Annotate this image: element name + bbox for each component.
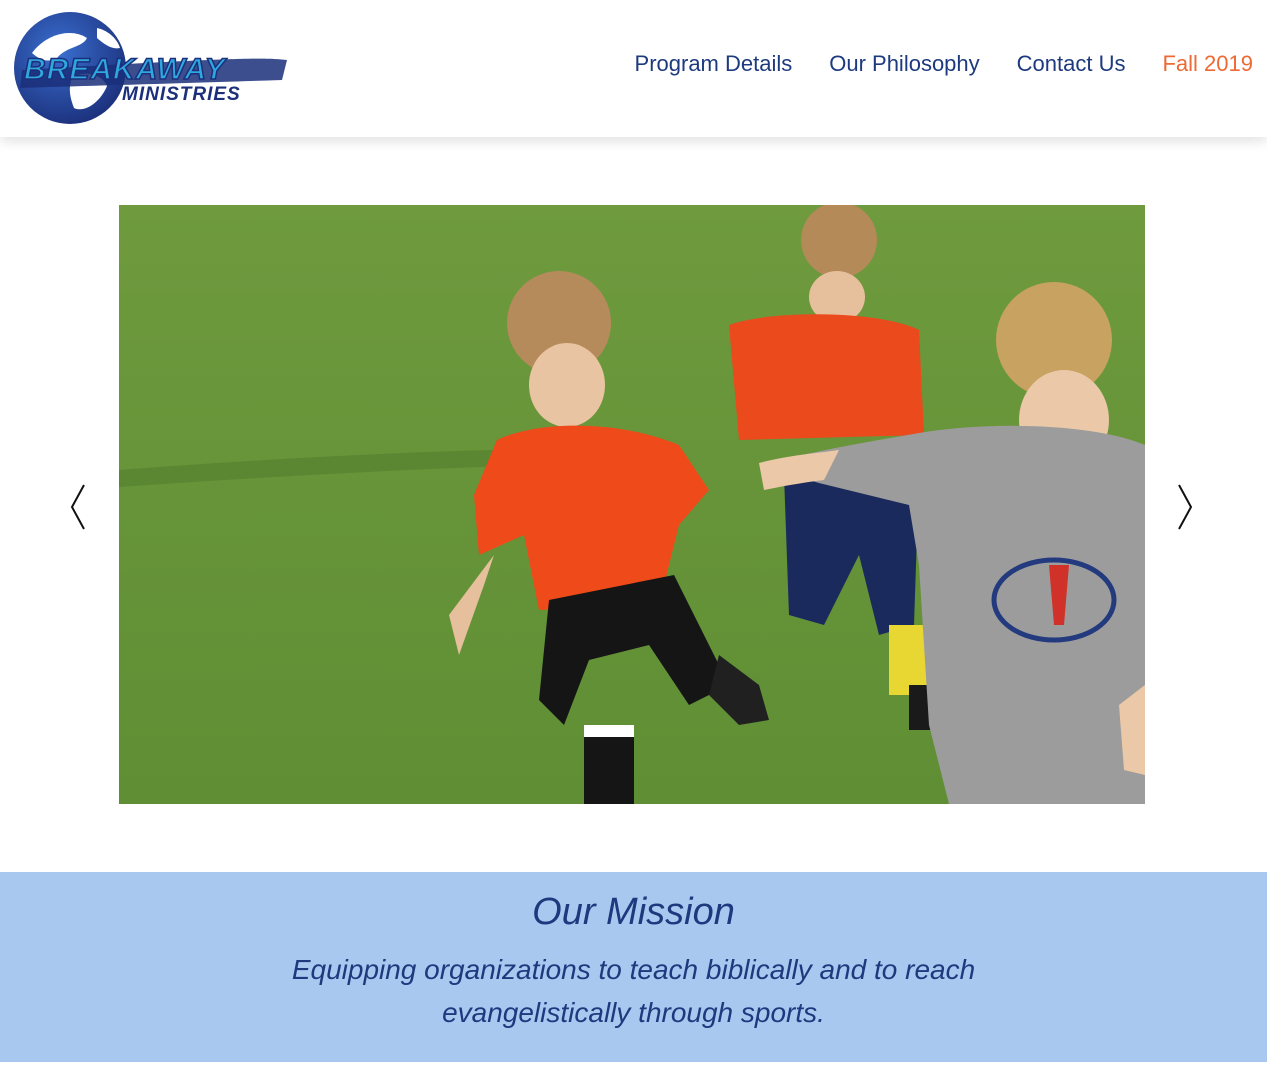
kids-soccer-photo xyxy=(119,205,1145,804)
nav-link-contact-us[interactable]: Contact Us xyxy=(1017,50,1126,78)
slider-next-button[interactable] xyxy=(1173,482,1197,532)
mission-section: Our Mission Equipping organizations to t… xyxy=(0,872,1267,1062)
logo-subtext: MINISTRIES xyxy=(122,84,241,105)
mission-statement: Equipping organizations to teach biblica… xyxy=(291,954,976,1028)
nav-link-fall-2019[interactable]: Fall 2019 xyxy=(1162,50,1253,78)
nav-link-our-philosophy[interactable]: Our Philosophy xyxy=(829,50,979,78)
site-header: BREAKAWAY MINISTRIES Program Details Our… xyxy=(0,0,1267,137)
mission-title: Our Mission xyxy=(532,891,735,933)
chevron-right-icon xyxy=(1178,484,1193,530)
chevron-left-icon xyxy=(70,484,85,530)
logo-wordmark: BREAKAWAY xyxy=(24,53,228,86)
nav-link-program-details[interactable]: Program Details xyxy=(635,50,793,78)
globe-logo-icon: BREAKAWAY MINISTRIES xyxy=(14,12,287,124)
main-nav: Program Details Our Philosophy Contact U… xyxy=(635,50,1253,78)
slide-photo xyxy=(119,205,1145,804)
slider-prev-button[interactable] xyxy=(66,482,90,532)
breakaway-logo[interactable]: BREAKAWAY MINISTRIES xyxy=(12,8,292,130)
image-slider xyxy=(0,137,1267,872)
